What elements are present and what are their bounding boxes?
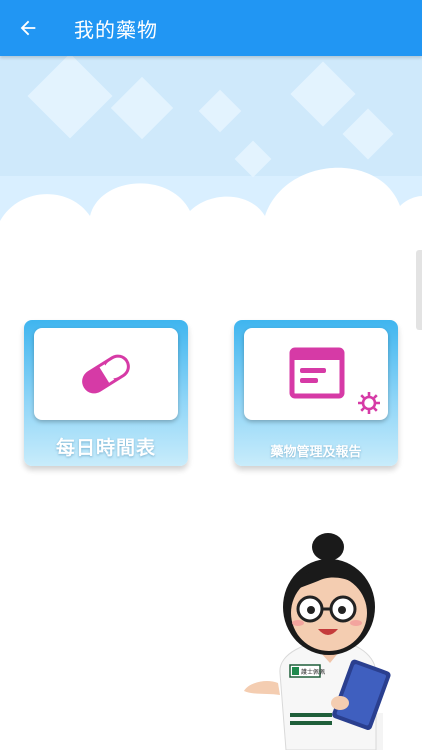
back-button[interactable] bbox=[0, 0, 56, 56]
gear-icon bbox=[358, 392, 380, 414]
page-title: 我的藥物 bbox=[74, 17, 158, 42]
pill-icon bbox=[82, 354, 130, 394]
card-label: 每日時間表 bbox=[55, 437, 156, 459]
card-icon-area bbox=[34, 328, 178, 420]
sky-banner bbox=[0, 56, 422, 286]
arrow-left-icon bbox=[20, 20, 36, 36]
daily-schedule-card[interactable]: 每日時間表 bbox=[24, 320, 188, 466]
document-icon bbox=[289, 347, 345, 399]
card-label: 藥物管理及報告 bbox=[270, 445, 362, 460]
nurse-character-illustration: 護士佩佩 bbox=[244, 533, 391, 750]
scrollbar[interactable] bbox=[416, 250, 422, 330]
medication-management-card[interactable]: 藥物管理及報告 bbox=[234, 320, 398, 466]
app-bar: 我的藥物 bbox=[0, 0, 422, 56]
nurse-badge-text: 護士佩佩 bbox=[301, 668, 325, 676]
